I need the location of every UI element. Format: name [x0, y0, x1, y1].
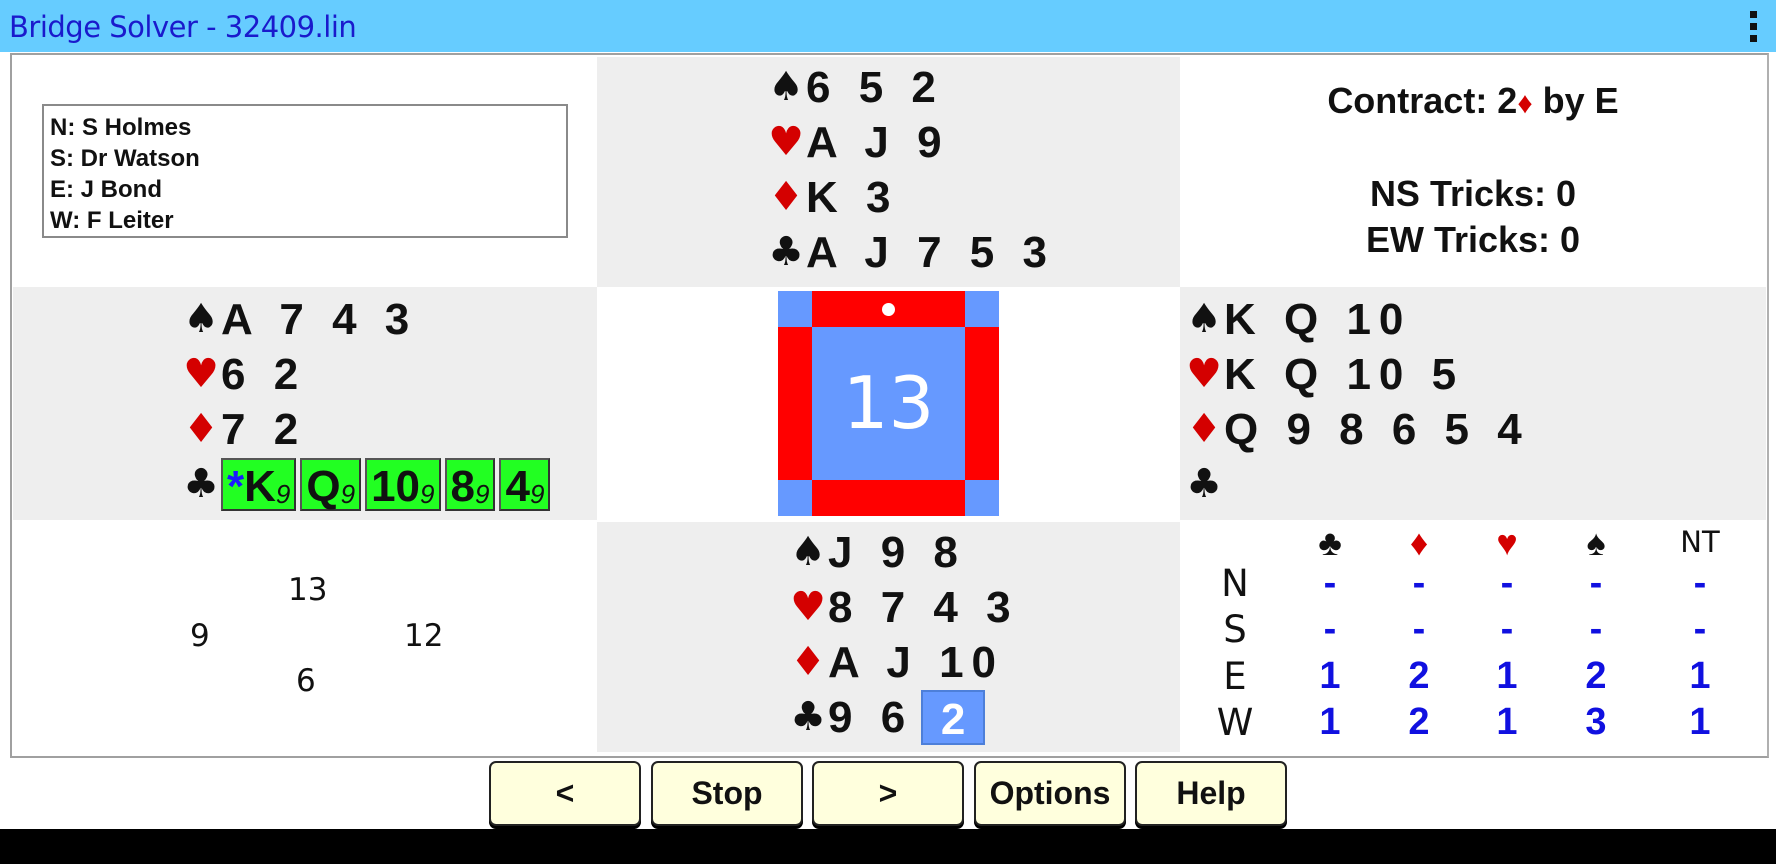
row-label-w: W — [1216, 701, 1254, 744]
north-hearts: A J 9 — [806, 118, 950, 167]
dd-cell: - — [1323, 608, 1337, 650]
heart-icon: ♥ — [1186, 351, 1222, 397]
title-bar: Bridge Solver - 32409.lin — [0, 0, 1776, 52]
dd-cell: 1 — [1496, 655, 1518, 697]
south-clubs: 9 6 — [828, 693, 914, 742]
stop-button[interactable]: Stop — [651, 761, 803, 826]
app-title: Bridge Solver - 32409.lin — [9, 10, 357, 44]
player-north: N: S Holmes — [50, 114, 192, 141]
east-diamonds: Q 9 8 6 5 4 — [1224, 405, 1530, 454]
player-east: E: J Bond — [50, 176, 162, 203]
north-hand: ♠ 6 5 2 ♥ A J 9 ♦ K 3 ♣ A J 7 5 3 — [766, 60, 1055, 280]
dd-cell: - — [1412, 562, 1426, 604]
dd-cell: - — [1693, 608, 1707, 650]
dd-cell: - — [1693, 562, 1707, 604]
system-nav-bar — [0, 829, 1776, 864]
dd-cell: 2 — [1408, 655, 1430, 697]
south-spades: J 9 8 — [828, 528, 966, 577]
dd-cell: - — [1589, 562, 1603, 604]
header-diamonds-icon: ♦ — [1409, 522, 1429, 563]
south-hand: ♠ J 9 8 ♥ 8 7 4 3 ♦ A J 10 ♣ 9 62 — [788, 525, 1019, 745]
west-diamonds: 7 2 — [221, 405, 307, 454]
diamond-icon: ♦ — [183, 406, 219, 452]
dd-cell: 1 — [1689, 655, 1711, 697]
diamond-icon: ♦ — [1186, 406, 1222, 452]
dd-cell: 1 — [1319, 701, 1341, 743]
spade-icon: ♠ — [1186, 296, 1222, 342]
heart-icon: ♥ — [768, 119, 804, 165]
south-diamonds: A J 10 — [828, 638, 1005, 687]
card-button-clubs-10[interactable]: 109 — [365, 458, 441, 511]
east-hand: ♠ K Q 10 ♥ K Q 10 5 ♦ Q 9 8 6 5 4 ♣ — [1184, 292, 1530, 512]
west-spades: A 7 4 3 — [221, 295, 418, 344]
options-button[interactable]: Options — [974, 761, 1126, 826]
help-button[interactable]: Help — [1135, 761, 1287, 826]
dd-cell: 1 — [1496, 701, 1518, 743]
east-spades: K Q 10 — [1224, 295, 1412, 344]
next-button[interactable]: > — [812, 761, 964, 826]
dd-cell: - — [1500, 562, 1514, 604]
west-hand: ♠ A 7 4 3 ♥ 6 2 ♦ 7 2 ♣ *K9 Q9 109 89 49 — [181, 292, 554, 512]
north-diamonds: K 3 — [806, 173, 899, 222]
dd-cell: 1 — [1689, 701, 1711, 743]
ew-tricks: EW Tricks: 0 — [1365, 219, 1581, 260]
compass: 13 — [778, 291, 999, 516]
dd-cell: 2 — [1585, 655, 1607, 697]
north-spades: 6 5 2 — [806, 63, 944, 112]
row-label-e: E — [1223, 655, 1247, 698]
spade-icon: ♠ — [768, 64, 804, 110]
hcp-south: 6 — [296, 663, 316, 699]
club-icon: ♣ — [768, 229, 804, 275]
player-south: S: Dr Watson — [50, 145, 200, 172]
compass-east-bar — [965, 327, 999, 480]
club-icon: ♣ — [1186, 461, 1222, 507]
dd-cell: - — [1500, 608, 1514, 650]
heart-icon: ♥ — [790, 584, 826, 630]
heart-icon: ♥ — [183, 351, 219, 397]
card-button-clubs-4[interactable]: 49 — [499, 458, 551, 511]
west-hearts: 6 2 — [221, 350, 307, 399]
header-spades-icon: ♠ — [1586, 522, 1606, 563]
prev-button[interactable]: < — [489, 761, 641, 826]
dd-cell: - — [1589, 608, 1603, 650]
club-icon: ♣ — [790, 694, 826, 740]
east-hearts: K Q 10 5 — [1224, 350, 1465, 399]
tricks-remaining: 13 — [842, 361, 935, 445]
compass-south-bar — [812, 480, 965, 516]
contract-label: Contract: 2♦ by E — [1327, 80, 1619, 121]
overflow-menu-icon[interactable] — [1745, 8, 1761, 44]
header-clubs-icon: ♣ — [1318, 522, 1342, 563]
compass-west-bar — [778, 327, 812, 480]
header-hearts-icon: ♥ — [1496, 522, 1518, 563]
dd-cell: - — [1412, 608, 1426, 650]
dd-cell: 2 — [1408, 701, 1430, 743]
dd-cell: 3 — [1585, 701, 1607, 743]
card-button-clubs-q[interactable]: Q9 — [300, 458, 362, 511]
south-hearts: 8 7 4 3 — [828, 583, 1019, 632]
played-card[interactable]: 2 — [921, 690, 986, 745]
row-label-s: S — [1223, 608, 1247, 651]
turn-indicator-dot — [882, 303, 895, 316]
spade-icon: ♠ — [790, 529, 826, 575]
diamond-icon: ♦ — [768, 174, 804, 220]
row-label-n: N — [1221, 562, 1249, 605]
player-west: W: F Leiter — [50, 207, 174, 234]
hcp-east: 12 — [404, 618, 444, 654]
card-button-clubs-8[interactable]: 89 — [444, 458, 496, 511]
dd-cell: 1 — [1319, 655, 1341, 697]
ns-tricks: NS Tricks: 0 — [1369, 173, 1577, 214]
players-box: N: S Holmes S: Dr Watson E: J Bond W: F … — [42, 104, 568, 238]
header-nt: NT — [1680, 525, 1720, 559]
north-clubs: A J 7 5 3 — [806, 228, 1055, 277]
contract-suit-icon: ♦ — [1517, 87, 1533, 120]
club-icon: ♣ — [183, 461, 219, 507]
card-button-clubs-k[interactable]: *K9 — [221, 458, 297, 511]
diamond-icon: ♦ — [790, 639, 826, 685]
dd-cell: - — [1323, 562, 1337, 604]
hcp-north: 13 — [288, 572, 328, 608]
spade-icon: ♠ — [183, 296, 219, 342]
hcp-west: 9 — [190, 618, 210, 654]
